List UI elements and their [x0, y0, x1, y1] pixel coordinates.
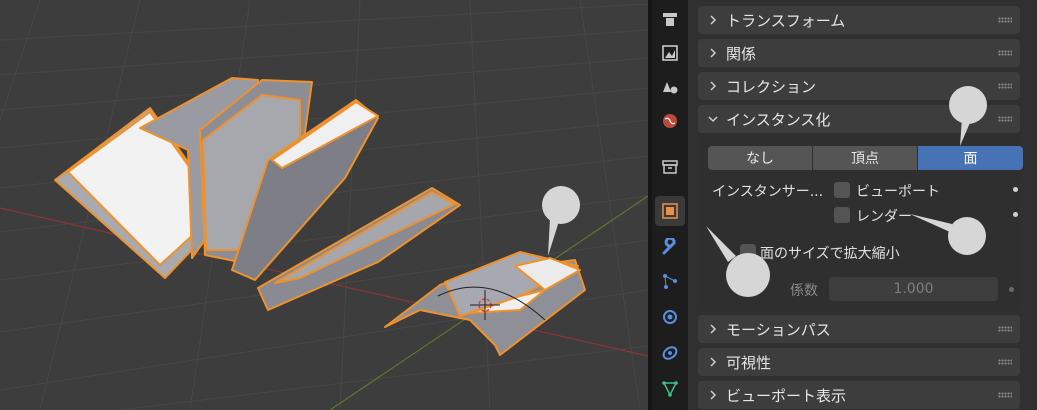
scene-icon: [663, 82, 678, 94]
callout-tail: [960, 118, 972, 146]
drag-grip-icon[interactable]: [998, 17, 1012, 23]
tab-tool[interactable]: [655, 4, 685, 34]
panel-motion-paths[interactable]: モーションパス: [698, 315, 1020, 343]
callout-tail: [706, 226, 736, 262]
viewport-checkbox[interactable]: [834, 182, 850, 198]
panel-title: インスタンス化: [726, 110, 831, 129]
physics-icon: [663, 310, 677, 324]
instancing-option-faces[interactable]: 面: [918, 146, 1023, 170]
factor-field[interactable]: 1.000: [829, 277, 998, 301]
chevron-down-icon: [706, 112, 720, 126]
panel-title: トランスフォーム: [726, 11, 846, 30]
drag-grip-icon[interactable]: [998, 326, 1012, 332]
panel-relations[interactable]: 関係: [698, 39, 1020, 67]
instancing-option-none[interactable]: なし: [708, 146, 812, 170]
tool-icon: [663, 13, 677, 26]
world-icon: [663, 114, 677, 128]
scale-by-face-label: 面のサイズで拡大縮小: [760, 246, 900, 262]
instanced-objects: [54, 77, 586, 356]
chevron-right-icon: [706, 79, 720, 93]
render-label: レンダー: [856, 209, 912, 225]
drag-grip-icon[interactable]: [998, 359, 1012, 365]
object-icon: [662, 203, 678, 219]
properties-editor: トランスフォーム 関係 コレクション インスタンス化 なし 頂点 面 インスタン…: [688, 0, 1037, 410]
animate-property-icon[interactable]: [1013, 212, 1018, 217]
tab-object[interactable]: [655, 196, 685, 226]
animate-property-icon[interactable]: [1009, 287, 1014, 292]
tab-constraints[interactable]: [655, 338, 685, 368]
panel-transform[interactable]: トランスフォーム: [698, 6, 1020, 34]
factor-label: 係数: [790, 283, 818, 299]
constraints-icon: [662, 346, 678, 360]
tab-particles[interactable]: [655, 266, 685, 296]
collection-icon: [662, 160, 678, 174]
modifier-wrench-icon: [662, 238, 676, 255]
viewport-label: ビューポート: [856, 184, 940, 200]
object-data-icon: [662, 381, 678, 397]
drag-grip-icon[interactable]: [998, 50, 1012, 56]
tab-world[interactable]: [655, 106, 685, 136]
3d-viewport[interactable]: [0, 0, 648, 410]
tab-scene[interactable]: [655, 72, 685, 102]
chevron-right-icon: [706, 388, 720, 402]
instancer-label: インスタンサー...: [712, 184, 824, 200]
panel-title: モーションパス: [726, 320, 831, 339]
chevron-right-icon: [706, 13, 720, 27]
chevron-right-icon: [706, 322, 720, 336]
tab-modifiers[interactable]: [655, 232, 685, 262]
tab-object-data[interactable]: [655, 374, 685, 404]
render-checkbox[interactable]: [834, 207, 850, 223]
animate-property-icon[interactable]: [1013, 187, 1018, 192]
panel-visibility[interactable]: 可視性: [698, 348, 1020, 376]
tab-collection[interactable]: [655, 152, 685, 182]
chevron-right-icon: [706, 355, 720, 369]
panel-title: コレクション: [726, 77, 817, 96]
callout-tail: [910, 214, 952, 232]
chevron-right-icon: [706, 46, 720, 60]
panel-title: ビューポート表示: [726, 386, 847, 405]
drag-grip-icon[interactable]: [998, 392, 1012, 398]
panel-title: 関係: [726, 44, 757, 63]
particles-icon: [663, 274, 677, 289]
panel-viewport-display[interactable]: ビューポート表示: [698, 381, 1020, 409]
callout-tail: [548, 218, 560, 256]
tab-output[interactable]: [655, 38, 685, 68]
output-icon: [662, 45, 678, 61]
drag-grip-icon[interactable]: [998, 116, 1012, 122]
properties-tab-bar: [652, 0, 688, 410]
drag-grip-icon[interactable]: [998, 83, 1012, 89]
instancing-option-vertices[interactable]: 頂点: [813, 146, 917, 170]
tab-physics[interactable]: [655, 302, 685, 332]
panel-title: 可視性: [726, 353, 772, 372]
